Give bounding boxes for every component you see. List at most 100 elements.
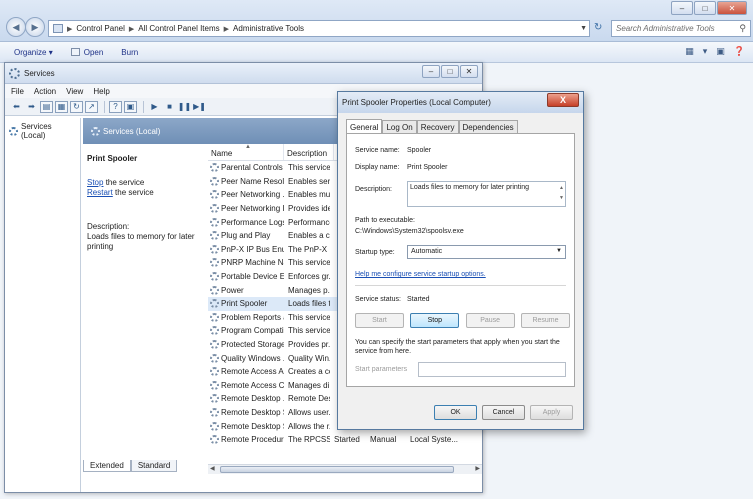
- restart-service-link[interactable]: Restart: [87, 188, 113, 197]
- breadcrumb-separator-icon: ▶: [67, 25, 73, 33]
- row-name-cell: Peer Networking ...: [208, 190, 284, 200]
- search-icon[interactable]: ⚲: [739, 23, 746, 34]
- resume-button[interactable]: Resume: [520, 313, 570, 328]
- tab-log-on[interactable]: Log On: [382, 120, 417, 134]
- back-icon[interactable]: ⬅: [10, 101, 23, 113]
- start-parameters-note: You can specify the start parameters tha…: [355, 339, 560, 355]
- pause-service-icon[interactable]: ❚❚: [178, 101, 191, 113]
- console-tree-icon[interactable]: ▤: [40, 100, 53, 113]
- preview-pane-icon[interactable]: ▣: [716, 46, 725, 57]
- row-name: PNRP Machine Na...: [221, 258, 284, 268]
- column-description[interactable]: Description: [284, 144, 334, 160]
- services-gear-icon: [91, 126, 100, 136]
- start-parameters-label: Start parameters: [355, 366, 408, 373]
- service-gear-icon: [210, 204, 219, 214]
- horizontal-scrollbar[interactable]: ◀ ▶: [208, 464, 482, 474]
- back-arrow-icon[interactable]: ◀: [6, 17, 26, 37]
- cancel-button[interactable]: Cancel: [482, 405, 525, 420]
- tab-recovery[interactable]: Recovery: [416, 120, 459, 134]
- start-service-icon[interactable]: ▶: [148, 101, 161, 113]
- service-gear-icon: [210, 340, 219, 350]
- services-titlebar: Services – □ ✕: [5, 63, 482, 84]
- restart-line: Restart the service: [87, 188, 203, 198]
- apply-button[interactable]: Apply: [530, 405, 573, 420]
- start-parameters-input[interactable]: [418, 362, 566, 377]
- maximize-button[interactable]: □: [694, 1, 716, 15]
- stop-button[interactable]: Stop: [410, 313, 460, 328]
- refresh-list-icon[interactable]: ↻: [70, 100, 83, 113]
- tab-standard[interactable]: Standard: [130, 460, 178, 472]
- menu-view[interactable]: View: [66, 87, 83, 96]
- scroll-right-icon[interactable]: ▶: [475, 465, 480, 472]
- pause-button[interactable]: Pause: [465, 313, 515, 328]
- description-scroll-icon[interactable]: ▲ ▼: [559, 183, 564, 203]
- dialog-close-button[interactable]: X: [547, 93, 579, 107]
- organize-button[interactable]: Organize ▾: [14, 48, 53, 57]
- breadcrumb-all-items[interactable]: All Control Panel Items: [138, 24, 219, 33]
- tab-dependencies[interactable]: Dependencies: [458, 120, 518, 134]
- row-name: Remote Desktop S...: [221, 407, 284, 417]
- address-dropdown-icon[interactable]: ▼: [580, 25, 587, 32]
- startup-type-select[interactable]: Automatic ▼: [407, 245, 566, 259]
- tab-extended[interactable]: Extended: [83, 460, 131, 472]
- view-dropdown-icon[interactable]: ▾: [703, 46, 708, 57]
- description-field[interactable]: Loads files to memory for later printing…: [407, 181, 566, 207]
- ok-button[interactable]: OK: [434, 405, 477, 420]
- scrollbar-thumb[interactable]: [220, 466, 454, 473]
- burn-label: Burn: [121, 47, 139, 57]
- menu-help[interactable]: Help: [93, 87, 109, 96]
- help-icon[interactable]: ❓: [734, 46, 745, 57]
- service-gear-icon: [210, 312, 219, 322]
- services-minimize-button[interactable]: –: [422, 65, 440, 78]
- tree-item-services-local[interactable]: Services (Local): [5, 118, 80, 144]
- properties-icon[interactable]: ▦: [55, 100, 68, 113]
- service-status-label: Service status:: [355, 296, 401, 303]
- row-description: Quality Win...: [288, 353, 330, 363]
- service-gear-icon: [210, 285, 219, 295]
- search-input[interactable]: Search Administrative Tools ⚲: [611, 20, 751, 37]
- scroll-left-icon[interactable]: ◀: [210, 465, 215, 472]
- start-button[interactable]: Start: [355, 313, 404, 328]
- service-gear-icon: [210, 217, 219, 227]
- row-name-cell: PNRP Machine Na...: [208, 258, 284, 268]
- description-value: Loads files to memory for later printing: [410, 184, 530, 191]
- view-controls: ▦ ▾ ▣ ❓: [676, 46, 745, 57]
- forward-arrow-icon[interactable]: ▶: [25, 17, 45, 37]
- row-description: Creates a co...: [288, 367, 330, 377]
- row-name-cell: Remote Desktop ...: [208, 394, 284, 404]
- close-button[interactable]: ✕: [717, 1, 747, 15]
- stop-service-link[interactable]: Stop: [87, 178, 103, 187]
- organize-label: Organize: [14, 47, 47, 57]
- table-row[interactable]: Remote Procedure... The RPCSS ... Started M…: [208, 433, 482, 447]
- forward-icon[interactable]: ➡: [25, 101, 38, 113]
- command-bar: Organize ▾ Open Burn ▦ ▾ ▣ ❓: [0, 42, 753, 63]
- show-hide-pane-icon[interactable]: ▣: [124, 100, 137, 113]
- burn-button[interactable]: Burn: [121, 48, 138, 57]
- open-button[interactable]: Open: [70, 48, 103, 57]
- export-list-icon[interactable]: ↗: [85, 100, 98, 113]
- services-maximize-button[interactable]: □: [441, 65, 459, 78]
- tab-general[interactable]: General: [346, 119, 383, 134]
- row-description: Enables mul...: [288, 190, 330, 200]
- stop-service-icon[interactable]: ■: [163, 101, 176, 113]
- restart-service-icon[interactable]: ▶❚: [193, 101, 206, 113]
- service-status-value: Started: [407, 296, 430, 303]
- pane-header-title: Services (Local): [103, 126, 161, 136]
- minimize-button[interactable]: –: [671, 1, 693, 15]
- row-description: The PnP-X ...: [288, 244, 330, 254]
- row-name-cell: Remote Desktop S...: [208, 421, 284, 431]
- row-name: Peer Networking ...: [221, 190, 284, 200]
- refresh-icon[interactable]: ↻: [594, 22, 602, 33]
- services-close-button[interactable]: ✕: [460, 65, 478, 78]
- breadcrumb-admin-tools[interactable]: Administrative Tools: [233, 24, 304, 33]
- menu-file[interactable]: File: [11, 87, 24, 96]
- explorer-window-controls: – □ ✕: [670, 1, 747, 15]
- menu-action[interactable]: Action: [34, 87, 56, 96]
- path-label: Path to executable:: [355, 217, 415, 224]
- view-options-icon[interactable]: ▦: [685, 46, 694, 57]
- address-bar[interactable]: ▶ Control Panel ▶ All Control Panel Item…: [48, 20, 590, 37]
- breadcrumb-control-panel[interactable]: Control Panel: [76, 24, 124, 33]
- row-name-cell: PnP-X IP Bus Enu...: [208, 244, 284, 254]
- startup-help-link[interactable]: Help me configure service startup option…: [355, 271, 486, 278]
- help-book-icon[interactable]: ?: [109, 100, 122, 113]
